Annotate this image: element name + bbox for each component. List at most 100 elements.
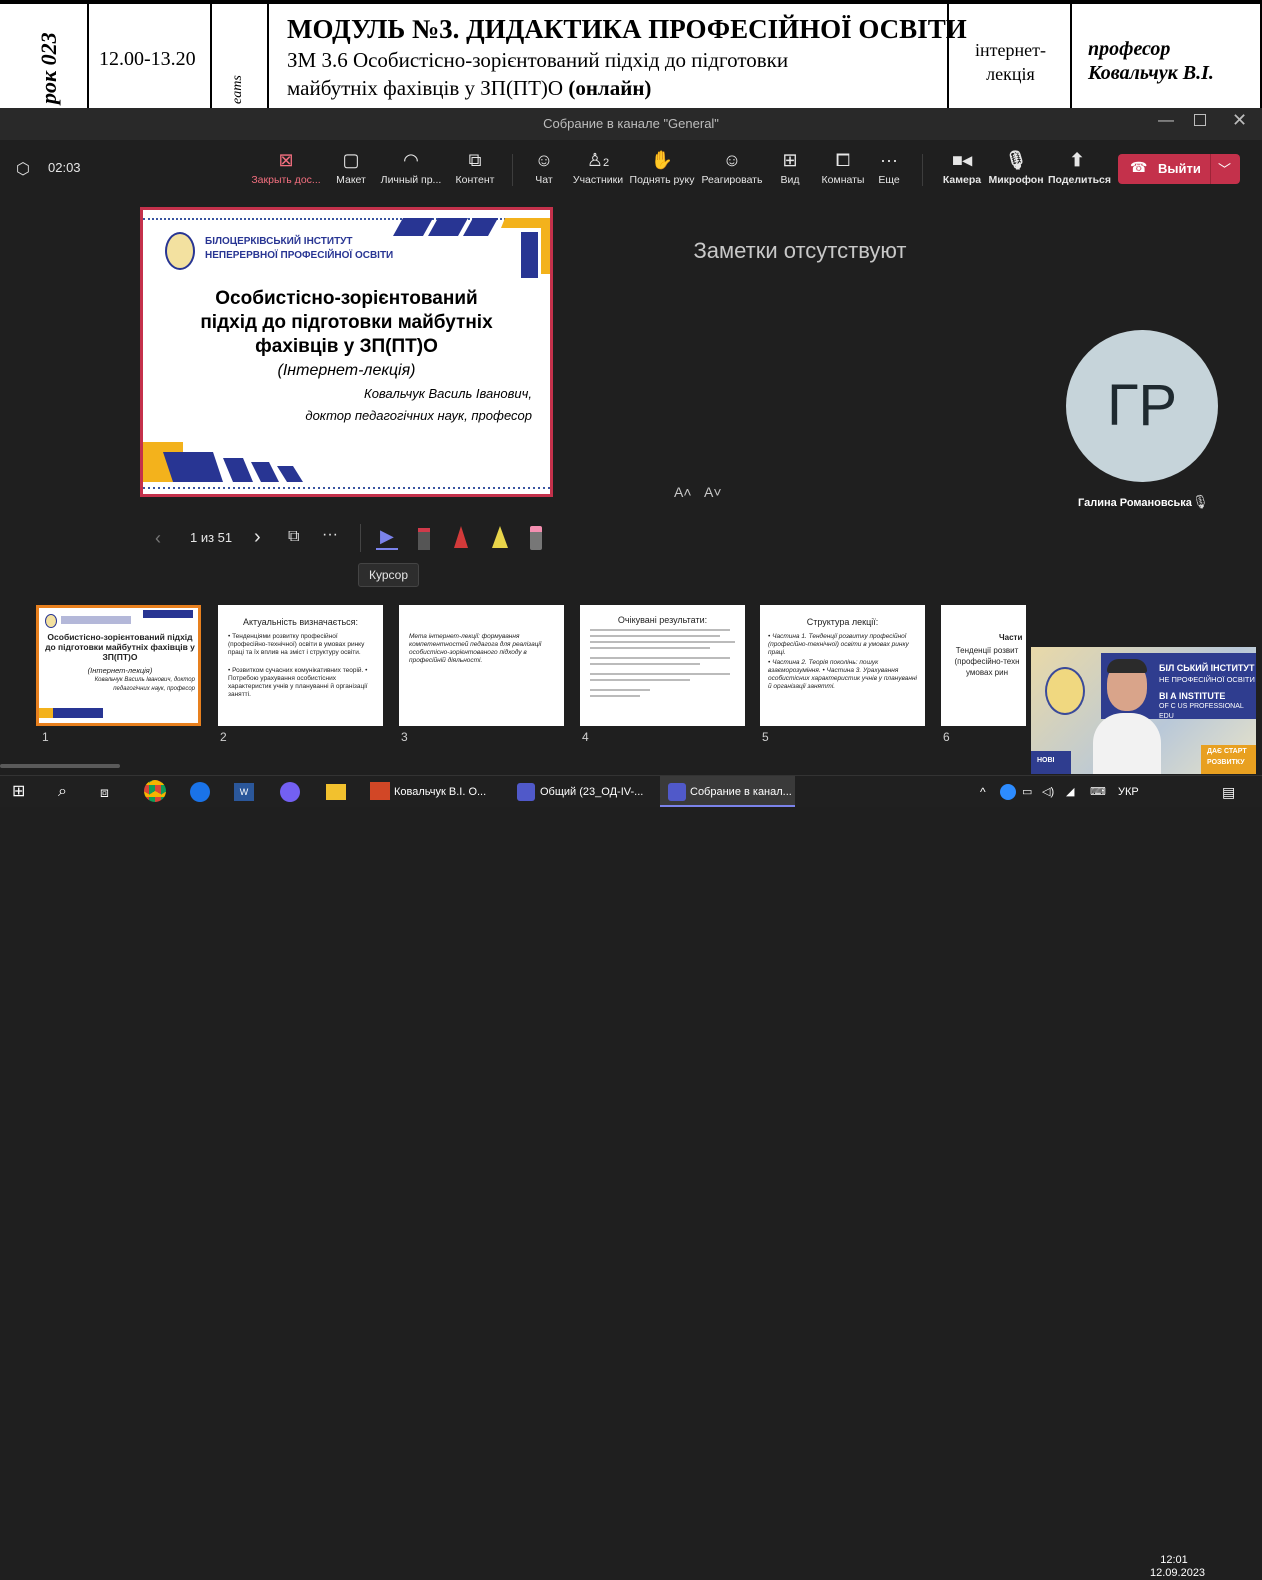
personal-view-label: Личный пр...: [380, 174, 442, 186]
thumbnail-slide-5[interactable]: Структура лекції: • Частина 1. Тенденції…: [760, 605, 925, 726]
institute-logo: [165, 232, 195, 270]
zoom-tray-icon[interactable]: [1000, 784, 1016, 800]
powerpoint-icon[interactable]: [370, 782, 390, 800]
content-button[interactable]: ⧉ Контент: [450, 148, 500, 194]
share-button[interactable]: ⬆ Поделиться: [1048, 148, 1111, 194]
font-increase-button[interactable]: A˄: [674, 484, 692, 500]
task-view-icon[interactable]: ⧈: [100, 780, 109, 804]
notifications-icon[interactable]: ▤: [1222, 780, 1235, 804]
react-button[interactable]: ☺ Реагировать: [700, 148, 764, 194]
laser-pointer-icon[interactable]: [418, 528, 430, 550]
current-slide: БІЛОЦЕРКІВСЬКИЙ ІНСТИТУТ НЕПЕРЕРВНОЇ ПРО…: [140, 207, 553, 497]
pen-tool-icon[interactable]: [454, 526, 468, 548]
network-icon[interactable]: ◢: [1066, 780, 1074, 804]
thumb-text-line: [590, 629, 730, 631]
slides-grid-icon[interactable]: ⧉: [288, 528, 299, 546]
close-window-button[interactable]: ✕: [1232, 110, 1247, 131]
thumbnail-scrollbar[interactable]: [0, 764, 120, 768]
layout-button[interactable]: ▢ Макет: [326, 148, 376, 194]
controls-divider: [360, 524, 361, 552]
clock[interactable]: 12:01 12.09.2023: [1150, 1554, 1205, 1580]
slide-decoration-top: [393, 218, 550, 278]
minimize-button[interactable]: —: [1158, 112, 1174, 130]
leave-button[interactable]: ☎ Выйти ﹀: [1118, 154, 1240, 184]
eraser-tool-icon[interactable]: [530, 526, 542, 550]
slide-title-line1: Особистісно-зорієнтований: [215, 288, 478, 309]
close-content-button[interactable]: ⊠ Закрыть дос...: [250, 148, 322, 194]
thumb-title: Очікувані результати:: [617, 615, 708, 625]
content-icon: ⧉: [468, 150, 482, 170]
thumbnail-slide-1[interactable]: Особистісно-зорієнтований підхід до підг…: [36, 605, 201, 726]
slide-degree: доктор педагогічних наук, професор: [305, 408, 532, 423]
ribbon-text-2: РОЗВИТКУ: [1207, 759, 1245, 766]
personal-view-button[interactable]: ◠ Личный пр...: [376, 148, 446, 194]
teams-icon[interactable]: [517, 783, 535, 801]
thumbnail-slide-2[interactable]: Актуальність визначається: • Тенденціями…: [218, 605, 383, 726]
viber-icon[interactable]: [280, 782, 300, 802]
chrome-icon[interactable]: [144, 780, 166, 802]
layout-label: Макет: [336, 174, 366, 186]
slide-author: Ковальчук Василь Іванович,: [364, 386, 532, 401]
thumb-subtitle: (Інтернет-лекція): [87, 666, 153, 675]
ribbon-text: ДАЄ СТАРТ: [1207, 748, 1247, 755]
chat-button[interactable]: ☺ Чат: [524, 148, 564, 194]
more-button[interactable]: ··· Еще: [874, 148, 904, 194]
windows-start-icon[interactable]: ⊞: [12, 780, 25, 804]
raise-hand-button[interactable]: ✋ Поднять руку: [628, 148, 696, 194]
thumbnail-slide-4[interactable]: Очікувані результати:: [580, 605, 745, 726]
more-options-icon[interactable]: ···: [322, 526, 338, 544]
maximize-button[interactable]: [1194, 114, 1206, 126]
participant-initials: ГР: [1106, 373, 1178, 438]
highlighter-tool-icon[interactable]: [492, 526, 508, 548]
banner-line3: BI A INSTITUTE: [1159, 691, 1226, 701]
taskbar-ppt-task[interactable]: Ковальчук В.І. О...: [394, 780, 486, 804]
camera-button[interactable]: ■◂ Камера: [940, 148, 984, 194]
participants-count: 2: [603, 157, 610, 169]
taskbar-teams-task[interactable]: Общий (23_ОД-IV-...: [540, 780, 643, 804]
tray-chevron-icon[interactable]: ^: [980, 780, 986, 804]
search-icon[interactable]: ⌕: [58, 780, 67, 804]
format-line-1: інтернет-: [975, 40, 1046, 60]
thumbnail-number: 4: [582, 730, 589, 744]
slide-institute-line2: НЕПЕРЕРВНОЇ ПРОФЕСІЙНОЇ ОСВІТИ: [205, 250, 394, 261]
schedule-cell-time: 12.00-13.20: [87, 4, 210, 108]
slide-counter: 1 из 51: [190, 530, 233, 545]
slide-subtitle: (Інтернет-лекція): [277, 362, 416, 379]
phone-icon: ☎: [1130, 159, 1148, 175]
keyboard-icon[interactable]: ⌨: [1090, 780, 1106, 804]
file-explorer-icon[interactable]: [326, 784, 346, 800]
thumb-body: • Частина 1. Тенденції розвитку професій…: [768, 633, 909, 656]
rooms-button[interactable]: ⧠ Комнаты: [818, 148, 868, 194]
word-icon[interactable]: W: [234, 783, 254, 801]
chevron-down-icon[interactable]: ﹀: [1218, 159, 1231, 178]
windows-taskbar: ⊞ ⌕ ⧈ W Ковальчук В.І. О... Общий (23_ОД…: [0, 775, 1262, 1579]
battery-icon[interactable]: ▭: [1022, 780, 1032, 804]
prev-slide-icon[interactable]: ‹: [155, 528, 161, 549]
participants-button[interactable]: ♙2 Участники: [570, 148, 626, 194]
microphone-button[interactable]: 🎙 Микрофон: [988, 148, 1044, 194]
next-slide-icon[interactable]: ›: [254, 526, 261, 549]
font-decrease-button[interactable]: A˅: [704, 484, 722, 500]
react-label: Реагировать: [701, 174, 763, 186]
presenter-person: [1093, 657, 1161, 774]
cursor-tool-icon[interactable]: ▶: [380, 526, 394, 547]
microphone-label: Микрофон: [988, 174, 1044, 186]
thumbnail-slide-6[interactable]: Части Тенденції розвит (професійно-техн …: [941, 605, 1026, 726]
thumb-text-line: [590, 635, 720, 637]
chrome-beta-icon[interactable]: [190, 782, 210, 802]
view-button[interactable]: ⊞ Вид: [774, 148, 806, 194]
leave-label: Выйти: [1158, 161, 1201, 176]
volume-icon[interactable]: ◁): [1042, 780, 1054, 804]
thumb-title: Актуальність визначається:: [242, 617, 359, 627]
lecture-schedule-strip: рок 023 12.00-13.20 eams МОДУЛЬ №3. ДИДА…: [0, 0, 1262, 108]
cursor-tool-active-indicator: [376, 548, 398, 550]
language-indicator[interactable]: УКР: [1118, 780, 1139, 804]
camera-icon: ■◂: [952, 150, 972, 170]
leave-divider: [1210, 154, 1211, 184]
taskbar-active-task[interactable]: Собрание в канал...: [660, 776, 795, 807]
rooms-label: Комнаты: [821, 174, 865, 186]
ribbon-new: НОВІ: [1037, 757, 1055, 764]
participants-icon: ♙2: [586, 150, 610, 170]
slide-decoration-bottom: [143, 442, 550, 489]
thumbnail-slide-3[interactable]: Мета інтернет-лекції: формування компете…: [399, 605, 564, 726]
